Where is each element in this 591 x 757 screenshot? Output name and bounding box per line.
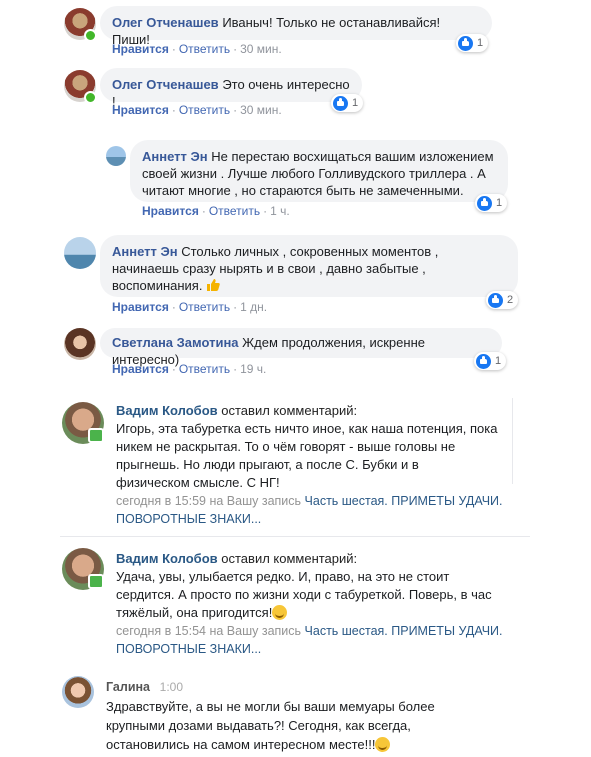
online-status-icon — [84, 91, 97, 104]
comment-text: прыгнешь. Но люди прыгают, а после С. Бу… — [116, 457, 419, 472]
comment-bubble: Олег Отченашев Иваныч! Только не останав… — [100, 6, 492, 47]
reply-button[interactable]: Ответить — [179, 103, 230, 117]
smile-emoji-icon — [375, 737, 391, 752]
like-count-badge[interactable]: 1 — [475, 194, 508, 212]
comment-text: Удача, увы, улыбается редко. И, право, н… — [116, 569, 450, 584]
comment-text: Не перестаю восхищаться вашим изложением — [211, 149, 494, 164]
like-icon — [488, 292, 503, 308]
like-button[interactable]: Нравится — [112, 300, 169, 314]
post-link[interactable]: ПОВОРОТНЫЕ ЗНАКИ... — [116, 512, 261, 526]
online-status-icon — [84, 29, 97, 42]
avatar[interactable] — [64, 237, 96, 269]
comment-author[interactable]: Олег Отченашев — [112, 15, 219, 30]
comment-time[interactable]: 1 ч. — [270, 204, 290, 218]
vk-comment-body: Вадим Колобов оставил комментарий: Игорь… — [116, 403, 503, 526]
like-icon — [458, 35, 473, 51]
comment-author[interactable]: Аннетт Эн — [142, 149, 208, 164]
like-icon — [476, 353, 491, 369]
comment-actions: Нравится · Ответить · 1 дн. — [112, 300, 268, 314]
comment-actions: Нравится · Ответить · 30 мин. — [112, 103, 282, 117]
comment-actions: Нравится · Ответить · 30 мин. — [112, 42, 282, 56]
comment-author[interactable]: Вадим Колобов — [116, 403, 218, 418]
smile-emoji-icon — [272, 605, 288, 620]
like-button[interactable]: Нравится — [112, 42, 169, 56]
reply-button[interactable]: Ответить — [179, 300, 230, 314]
comment-text: воспоминания. — [112, 278, 203, 293]
comment-text: читают многие , но стараются быть не зам… — [142, 183, 464, 198]
like-count-badge[interactable]: 1 — [474, 352, 507, 370]
like-icon — [477, 195, 492, 211]
comment-author[interactable]: Вадим Колобов — [116, 551, 218, 566]
comment-text: Столько личных , сокровенных моментов , — [181, 244, 439, 259]
vk-comment-body: Вадим Колобов оставил комментарий: Удача… — [116, 551, 503, 656]
divider — [60, 536, 530, 537]
like-count-badge[interactable]: 1 — [331, 94, 364, 112]
thumbs-up-emoji-icon — [207, 279, 220, 291]
comment-actions: Нравится · Ответить · 1 ч. — [142, 204, 290, 218]
comment-actions: Нравится · Ответить · 19 ч. — [112, 362, 267, 376]
post-link[interactable]: Часть шестая. ПРИМЕТЫ УДАЧИ. — [305, 624, 503, 638]
comment-author[interactable]: Олег Отченашев — [112, 77, 219, 92]
like-count-badge[interactable]: 2 — [486, 291, 519, 309]
reply-button[interactable]: Ответить — [209, 204, 260, 218]
comment-text: начинаешь сразу нырять и в свои , давно … — [112, 261, 426, 276]
like-count-badge[interactable]: 1 — [456, 34, 489, 52]
comment-badge-icon — [88, 428, 104, 443]
vertical-divider — [512, 398, 513, 484]
comment-time[interactable]: 30 мин. — [240, 42, 282, 56]
comment-text: Здравствуйте, а вы не могли бы ваши мему… — [106, 699, 435, 714]
comment-badge-icon — [88, 574, 104, 589]
avatar[interactable] — [62, 676, 94, 708]
reply-button[interactable]: Ответить — [179, 362, 230, 376]
comment-text: физическом смысле. С НГ! — [116, 475, 280, 490]
comment-time[interactable]: 19 ч. — [240, 362, 266, 376]
comment-bubble: Аннетт Эн Столько личных , сокровенных м… — [100, 235, 518, 297]
ok-comment-body: Галина 1:00 Здравствуйте, а вы не могли … — [106, 677, 435, 754]
post-link[interactable]: ПОВОРОТНЫЕ ЗНАКИ... — [116, 642, 261, 656]
comment-time: 1:00 — [159, 680, 183, 694]
comment-time[interactable]: 1 дн. — [240, 300, 267, 314]
comment-bubble: Олег Отченашев Это очень интересно ! — [100, 68, 362, 109]
comment-text: никем не раскрытая. То о чём говорят - в… — [116, 439, 456, 454]
comment-author[interactable]: Светлана Замотина — [112, 335, 239, 350]
avatar[interactable] — [106, 146, 126, 166]
reply-button[interactable]: Ответить — [179, 42, 230, 56]
post-link[interactable]: Часть шестая. ПРИМЕТЫ УДАЧИ. — [305, 494, 503, 508]
like-button[interactable]: Нравится — [112, 103, 169, 117]
comment-text: крупными дозами выдавать?! Сегодня, как … — [106, 718, 411, 733]
avatar[interactable] — [64, 328, 96, 360]
comment-bubble: Аннетт Эн Не перестаю восхищаться вашим … — [130, 140, 508, 202]
comment-text: своей жизни . Лучше любого Голливудского… — [142, 166, 486, 181]
comment-author[interactable]: Аннетт Эн — [112, 244, 178, 259]
like-button[interactable]: Нравится — [112, 362, 169, 376]
like-icon — [333, 95, 348, 111]
comment-author[interactable]: Галина — [106, 680, 150, 694]
comment-text: Игорь, эта табуретка есть ничто иное, ка… — [116, 421, 498, 436]
comment-text: остановились на самом интересном месте!!… — [106, 737, 376, 752]
like-button[interactable]: Нравится — [142, 204, 199, 218]
comment-bubble: Светлана Замотина Ждем продолжения, искр… — [100, 328, 502, 367]
comment-text: тяжёлый, она пригодится! — [116, 605, 273, 620]
comment-time[interactable]: 30 мин. — [240, 103, 282, 117]
comment-text: сердится. А просто по жизни ходи с табур… — [116, 587, 492, 602]
